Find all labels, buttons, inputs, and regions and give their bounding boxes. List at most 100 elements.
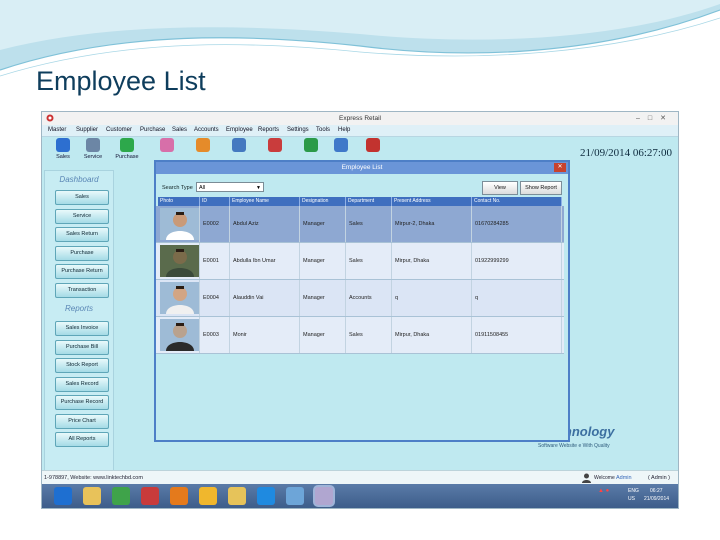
brand-tagline: Software Website e With Quality [538, 443, 610, 449]
menu-customer[interactable]: Customer [106, 127, 132, 133]
sidebar-button-purchase-return[interactable]: Purchase Return [55, 264, 109, 280]
toolbar-label: Purchase [115, 154, 139, 160]
taskbar-folder-icon[interactable] [199, 487, 217, 505]
search-type-select[interactable]: All ▼ [196, 182, 264, 192]
toolbar-button-service[interactable]: Service [78, 138, 108, 166]
taskbar-chrome-icon[interactable] [112, 487, 130, 505]
tray-flag-icon: ▲ ● [598, 488, 610, 494]
tray-date: 21/09/2014 [644, 496, 670, 502]
home-icon [196, 138, 210, 152]
user-icon [582, 473, 591, 483]
table-row[interactable]: E0001 Abdulla Ibn Umar Manager Sales Mirpur,… [156, 243, 564, 280]
cell-name: Abdulla Ibn Umar [230, 243, 300, 279]
taskbar-app-red-icon[interactable] [141, 487, 159, 505]
column-header-employee-name[interactable]: Employee Name [230, 197, 300, 206]
app-screenshot: Express Retail –□✕ Master Supplier Custome… [42, 112, 678, 508]
column-header-contact-no[interactable]: Contact No. [472, 197, 562, 206]
cell-designation: Manager [300, 280, 346, 316]
cell-designation: Manager [300, 243, 346, 279]
column-header-designation[interactable]: Designation [300, 197, 346, 206]
cell-id: E0002 [200, 206, 230, 242]
menu-accounts[interactable]: Accounts [194, 127, 219, 133]
menu-purchase[interactable]: Purchase [140, 127, 165, 133]
table-row[interactable]: E0002 Abdul Aziz Manager Sales Mirpur-2, Dha… [156, 206, 564, 243]
menu-sales[interactable]: Sales [172, 127, 187, 133]
sidebar-button-purchase-bill[interactable]: Purchase Bill [55, 339, 109, 355]
sidebar-button-sales-return[interactable]: Sales Return [55, 227, 109, 243]
menu-settings[interactable]: Settings [287, 127, 309, 133]
tray-lang2: US [628, 496, 635, 502]
window-title-bar: Express Retail –□✕ [42, 112, 678, 126]
cell-designation: Manager [300, 317, 346, 353]
status-bar: 1-978897, Website: www.linktechbd.com We… [42, 470, 678, 485]
menu-bar: Master Supplier Customer Purchase Sales Accou… [42, 125, 678, 137]
column-header-present-address[interactable]: Present Address [392, 197, 472, 206]
sidebar-button-price-chart[interactable]: Price Chart [55, 413, 109, 429]
cell-contact: 01670284285 [472, 206, 562, 242]
cart-add-icon [304, 138, 318, 152]
column-header-photo[interactable]: Photo [158, 197, 200, 206]
taskbar-explorer-icon[interactable] [83, 487, 101, 505]
sidebar-button-all-reports[interactable]: All Reports [55, 432, 109, 447]
sidebar-button-purchase[interactable]: Purchase [55, 245, 109, 261]
cell-address: Mirpur-2, Dhaka [392, 206, 472, 242]
sidebar-button-sales-invoice[interactable]: Sales Invoice [55, 321, 109, 336]
table-row[interactable]: E0004 Alauddin Vai Manager Accounts q q [156, 280, 564, 317]
taskbar-app-blue-icon[interactable] [286, 487, 304, 505]
photo-cell [158, 280, 200, 316]
view-button[interactable]: View [482, 181, 518, 195]
toolbar-button-purchase[interactable]: Purchase [112, 138, 142, 166]
cart-icon [56, 138, 70, 152]
toolbar-button-sales[interactable]: Sales [48, 138, 78, 166]
cell-department: Sales [346, 317, 392, 353]
window-title: Express Retail [339, 115, 381, 122]
table-row[interactable]: E0003 Monir Manager Sales Mirpur, Dhaka 01911… [156, 317, 564, 354]
cell-name: Abdul Aziz [230, 206, 300, 242]
person-icon [232, 138, 246, 152]
toolbar-label: Sales [56, 154, 70, 160]
user-name: Admin [616, 475, 632, 481]
sidebar-button-transaction[interactable]: Transaction [55, 283, 109, 298]
cell-contact: 01922999299 [472, 243, 562, 279]
window-controls[interactable]: –□✕ [636, 114, 674, 122]
sidebar-button-purchase-record[interactable]: Purchase Record [55, 395, 109, 410]
cell-designation: Manager [300, 206, 346, 242]
taskbar-ie-icon[interactable] [54, 487, 72, 505]
taskbar-app-active-icon[interactable] [315, 487, 333, 505]
cell-id: E0004 [200, 280, 230, 316]
taskbar: ▲ ● ENG US 06:27 21/09/2014 [42, 484, 678, 508]
taskbar-firefox-icon[interactable] [170, 487, 188, 505]
basket-icon [120, 138, 134, 152]
date-time-display: 21/09/2014 06:27:00 [580, 147, 672, 159]
cell-contact: 01911508455 [472, 317, 562, 353]
sidebar-button-sales[interactable]: Sales [55, 190, 109, 205]
menu-supplier[interactable]: Supplier [76, 127, 98, 133]
show-report-button[interactable]: Show Report [520, 181, 562, 195]
photo-cell [158, 243, 200, 279]
cell-contact: q [472, 280, 562, 316]
dialog-close-button[interactable]: ✕ [554, 163, 566, 172]
menu-reports[interactable]: Reports [258, 127, 279, 133]
menu-master[interactable]: Master [48, 127, 66, 133]
sidebar-button-service[interactable]: Service [55, 208, 109, 224]
menu-employee[interactable]: Employee [226, 127, 253, 133]
lock-icon [334, 138, 348, 152]
menu-help[interactable]: Help [338, 127, 350, 133]
sidebar-button-stock-report[interactable]: Stock Report [55, 358, 109, 373]
menu-tools[interactable]: Tools [316, 127, 330, 133]
slide-title: Employee List [36, 66, 206, 96]
cell-address: Mirpur, Dhaka [392, 243, 472, 279]
toolbar-label: Service [83, 154, 103, 160]
column-header-department[interactable]: Department [346, 197, 392, 206]
search-type-label: Search Type [162, 185, 193, 191]
taskbar-skype-icon[interactable] [257, 487, 275, 505]
sidebar-button-sales-record[interactable]: Sales Record [55, 376, 109, 392]
status-contact: 1-978897, Website: www.linktechbd.com [44, 475, 143, 481]
employee-list-dialog: Employee List ✕ Search Type All ▼ View S… [154, 160, 570, 442]
taskbar-folder2-icon[interactable] [228, 487, 246, 505]
employee-photo [160, 208, 199, 240]
cell-name: Monir [230, 317, 300, 353]
tray-lang1: ENG [628, 488, 639, 494]
column-header-id[interactable]: ID [200, 197, 230, 206]
photo-cell [158, 206, 200, 242]
